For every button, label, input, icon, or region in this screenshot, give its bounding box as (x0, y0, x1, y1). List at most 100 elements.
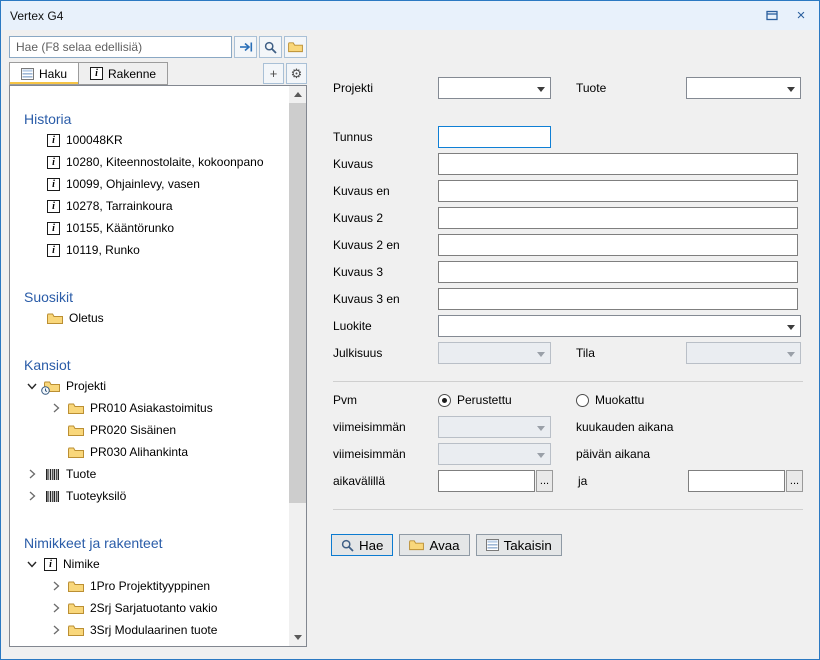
settings-button[interactable]: ⚙ (286, 63, 307, 84)
tree-item-pr030[interactable]: PR030 Alihankinta (10, 441, 289, 463)
kuvaus-label: Kuvaus (333, 157, 438, 171)
clock-badge-icon (41, 386, 50, 395)
barcode-icon (44, 491, 60, 502)
julkisuus-select[interactable] (438, 342, 551, 364)
avaa-button-label: Avaa (429, 538, 459, 553)
kuvaus-3-en-label: Kuvaus 3 en (333, 292, 438, 306)
kuvaus-3-en-input[interactable] (438, 288, 798, 310)
muokattu-radio-group[interactable]: Muokattu (576, 393, 644, 407)
folder-icon (409, 539, 424, 551)
paivan-aikana-label: päivän aikana (576, 447, 650, 461)
folder-icon (68, 402, 84, 415)
date-from-picker-button[interactable]: ... (536, 470, 553, 492)
takaisin-button[interactable]: Takaisin (476, 534, 562, 556)
tree-item-label: Oletus (69, 311, 104, 325)
perustettu-radio[interactable] (438, 394, 451, 407)
chevron-right-icon[interactable] (50, 403, 62, 413)
tuote-select[interactable] (686, 77, 801, 99)
chevron-down-icon[interactable] (26, 382, 38, 390)
chevron-down-icon[interactable] (26, 560, 38, 568)
tree-item-10119[interactable]: i 10119, Runko (10, 239, 289, 261)
scroll-down-button[interactable] (289, 629, 306, 646)
chevron-down-icon (787, 352, 795, 357)
tila-label: Tila (576, 346, 686, 360)
kuvaus-en-label: Kuvaus en (333, 184, 438, 198)
tila-select[interactable] (686, 342, 801, 364)
date-to-picker-button[interactable]: ... (786, 470, 803, 492)
aikavalilla-label: aikavälillä (333, 474, 438, 488)
tab-haku[interactable]: Haku (9, 62, 79, 85)
tree-item-pr020[interactable]: PR020 Sisäinen (10, 419, 289, 441)
chevron-right-icon[interactable] (50, 581, 62, 591)
dock-window-button[interactable] (759, 5, 785, 26)
search-folder-button[interactable] (284, 36, 307, 58)
luokite-select[interactable] (438, 315, 801, 337)
kuvaus-2-en-label: Kuvaus 2 en (333, 238, 438, 252)
tree-item-label: 10278, Tarrainkoura (66, 199, 173, 213)
date-to-input[interactable] (688, 470, 785, 492)
tree-item-10099[interactable]: i 10099, Ohjainlevy, vasen (10, 173, 289, 195)
takaisin-button-label: Takaisin (504, 538, 552, 553)
chevron-right-icon[interactable] (26, 491, 38, 501)
tunnus-label: Tunnus (333, 130, 438, 144)
add-tab-button[interactable]: + (263, 63, 284, 84)
search-icon (264, 41, 277, 54)
chevron-right-icon[interactable] (26, 469, 38, 479)
dock-window-icon (766, 10, 778, 21)
kuvaus-3-input[interactable] (438, 261, 798, 283)
close-button[interactable]: × (788, 5, 814, 26)
search-go-button[interactable] (234, 36, 257, 58)
titlebar[interactable]: Vertex G4 × (1, 1, 819, 30)
tab-tools: + ⚙ (263, 63, 307, 84)
avaa-button[interactable]: Avaa (399, 534, 469, 556)
scroll-up-button[interactable] (289, 86, 306, 103)
tree-item-oletus[interactable]: Oletus (10, 307, 289, 329)
tree-scrollbar[interactable] (289, 86, 306, 646)
project-folder-icon (44, 380, 60, 393)
tree-item-10155[interactable]: i 10155, Kääntörunko (10, 217, 289, 239)
search-magnifier-button[interactable] (259, 36, 282, 58)
paiva-select[interactable] (438, 443, 551, 465)
hae-button[interactable]: Hae (331, 534, 393, 556)
folder-icon (47, 312, 63, 325)
kuvaus-2-en-input[interactable] (438, 234, 798, 256)
date-from-input[interactable] (438, 470, 535, 492)
action-buttons: Hae Avaa Takaisin (331, 534, 813, 556)
tree-item-100048kr[interactable]: i 100048KR (10, 129, 289, 151)
tab-rakenne[interactable]: i Rakenne (79, 62, 168, 85)
tunnus-input[interactable] (438, 126, 551, 148)
perustettu-radio-group[interactable]: Perustettu (438, 393, 576, 407)
muokattu-radio[interactable] (576, 394, 589, 407)
tuote-label: Tuote (576, 81, 686, 95)
scrollbar-thumb[interactable] (289, 103, 306, 503)
chevron-down-icon (787, 325, 795, 330)
chevron-down-icon (537, 426, 545, 431)
folder-icon (68, 602, 84, 615)
tab-label: Rakenne (108, 67, 156, 81)
kuvaus-en-input[interactable] (438, 180, 798, 202)
item-info-icon: i (47, 200, 60, 213)
kuvaus-input[interactable] (438, 153, 798, 175)
projekti-select[interactable] (438, 77, 551, 99)
chevron-right-icon[interactable] (50, 603, 62, 613)
tree-item-10278[interactable]: i 10278, Tarrainkoura (10, 195, 289, 217)
tree-item-1pro[interactable]: 1Pro Projektityyppinen (10, 575, 289, 597)
tab-label: Haku (39, 67, 67, 81)
tree-item-tuote[interactable]: Tuote (10, 463, 289, 485)
kuvaus-2-input[interactable] (438, 207, 798, 229)
tree-item-nimike[interactable]: i Nimike (10, 553, 289, 575)
tree-item-label: PR020 Sisäinen (90, 423, 176, 437)
kuukausi-select[interactable] (438, 416, 551, 438)
tree-item-10280[interactable]: i 10280, Kiteennostolaite, kokoonpano (10, 151, 289, 173)
tree-item-pr010[interactable]: PR010 Asiakastoimitus (10, 397, 289, 419)
item-info-icon: i (47, 178, 60, 191)
tree-item-projekti[interactable]: Projekti (10, 375, 289, 397)
tree-item-tuoteyksilo[interactable]: Tuoteyksilö (10, 485, 289, 507)
chevron-right-icon[interactable] (50, 625, 62, 635)
tree-item-label: 10099, Ohjainlevy, vasen (66, 177, 200, 191)
titlebar-buttons: × (759, 5, 814, 26)
search-input[interactable] (9, 36, 232, 58)
tree-item-2srj[interactable]: 2Srj Sarjatuotanto vakio (10, 597, 289, 619)
tree-item-4alv[interactable]: 4Alv Alihankinta (10, 641, 289, 646)
tree-item-3srj[interactable]: 3Srj Modulaarinen tuote (10, 619, 289, 641)
